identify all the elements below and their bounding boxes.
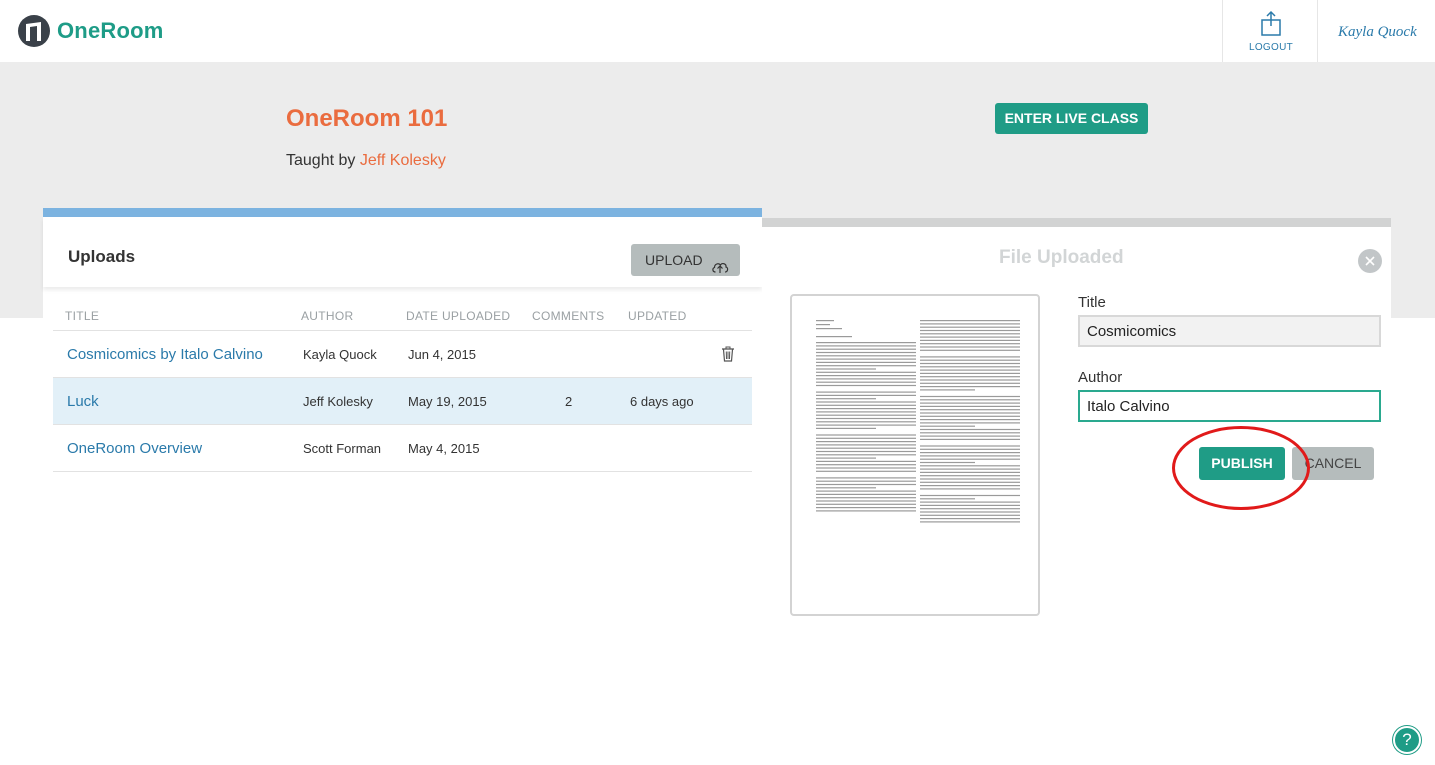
- uploads-panel: Uploads UPLOAD TITLE AUTHOR DATE UPLOADE…: [43, 208, 762, 765]
- upload-date: May 19, 2015: [408, 394, 487, 409]
- oneroom-logo-icon: [17, 14, 51, 48]
- author-field-label: Author: [1078, 369, 1123, 386]
- table-row[interactable]: OneRoom Overview Scott Forman May 4, 201…: [53, 425, 752, 472]
- close-icon[interactable]: [1358, 249, 1382, 273]
- trash-icon[interactable]: [721, 346, 735, 367]
- column-header-author[interactable]: AUTHOR: [301, 309, 353, 323]
- upload-title-link[interactable]: Cosmicomics by Italo Calvino: [67, 331, 263, 378]
- author-input[interactable]: [1078, 390, 1381, 422]
- file-uploaded-dialog: File Uploaded Title Author PUBLISH CANCE…: [762, 218, 1391, 765]
- column-header-title[interactable]: TITLE: [65, 309, 99, 323]
- document-page-thumbnail: [816, 320, 1020, 523]
- table-row-selected[interactable]: Luck Jeff Kolesky May 19, 2015 2 6 days …: [53, 378, 752, 425]
- cloud-upload-icon: [711, 253, 729, 285]
- teacher-name-link[interactable]: Jeff Kolesky: [360, 152, 446, 169]
- upload-date: Jun 4, 2015: [408, 347, 476, 362]
- publish-button[interactable]: PUBLISH: [1199, 447, 1285, 480]
- table-row[interactable]: Cosmicomics by Italo Calvino Kayla Quock…: [53, 331, 752, 378]
- upload-author: Jeff Kolesky: [303, 394, 373, 409]
- uploads-heading: Uploads: [68, 247, 136, 266]
- upload-author: Kayla Quock: [303, 347, 377, 362]
- upload-button[interactable]: UPLOAD: [631, 244, 740, 276]
- column-header-comments[interactable]: COMMENTS: [532, 309, 604, 323]
- logout-button[interactable]: LOGOUT: [1222, 0, 1318, 62]
- user-name-link[interactable]: Kayla Quock: [1338, 24, 1417, 41]
- logo[interactable]: OneRoom: [17, 14, 164, 48]
- title-input[interactable]: [1078, 315, 1381, 347]
- cancel-button[interactable]: CANCEL: [1292, 447, 1374, 480]
- upload-button-label: UPLOAD: [645, 252, 703, 268]
- logout-label: LOGOUT: [1248, 42, 1294, 53]
- upload-title-link[interactable]: Luck: [67, 378, 99, 425]
- upload-updated: 6 days ago: [630, 394, 694, 409]
- upload-title-link[interactable]: OneRoom Overview: [67, 425, 202, 472]
- uploads-header: Uploads UPLOAD: [43, 217, 762, 287]
- top-bar: OneRoom LOGOUT Kayla Quock: [0, 0, 1435, 62]
- column-header-date-uploaded[interactable]: DATE UPLOADED: [406, 309, 510, 323]
- column-header-updated[interactable]: UPDATED: [628, 309, 687, 323]
- help-icon[interactable]: ?: [1393, 726, 1421, 754]
- share-upload-icon: [1259, 10, 1283, 41]
- title-field-label: Title: [1078, 294, 1106, 311]
- upload-date: May 4, 2015: [408, 441, 480, 456]
- taught-by: Taught by Jeff Kolesky: [286, 152, 446, 170]
- upload-comments: 2: [565, 394, 573, 409]
- brand-name: OneRoom: [57, 18, 164, 43]
- course-title: OneRoom 101: [286, 105, 448, 132]
- dialog-title: File Uploaded: [999, 247, 1124, 268]
- taught-by-label: Taught by: [286, 152, 356, 169]
- enter-live-class-button[interactable]: ENTER LIVE CLASS: [995, 103, 1148, 134]
- document-preview: [790, 294, 1040, 616]
- upload-author: Scott Forman: [303, 441, 382, 456]
